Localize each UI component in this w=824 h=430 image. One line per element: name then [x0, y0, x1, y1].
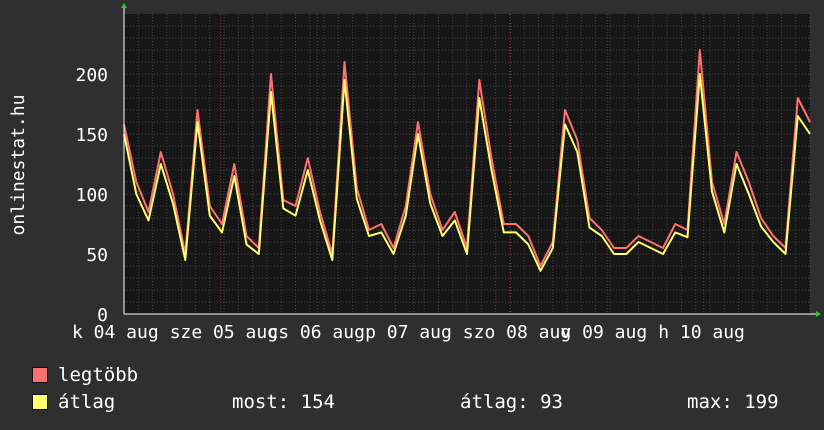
stat-now: most: 154	[232, 391, 335, 413]
legend-swatch-max	[32, 367, 48, 383]
x-tick-label: szo 08 aug	[463, 322, 571, 343]
x-tick-label: sze 05 aug	[170, 322, 278, 343]
legend-item-max: legtöbb	[32, 362, 812, 389]
x-tick-label: k 04 aug	[72, 322, 159, 343]
legend-swatch-avg	[32, 394, 48, 410]
legend: legtöbb átlag most: 154 átlag: 93 max: 1…	[32, 362, 812, 416]
x-tick-label: cs 06 aug	[267, 322, 365, 343]
x-tick-label: v 09 aug	[561, 322, 648, 343]
y-tick-label: 50	[86, 245, 108, 266]
y-tick-label: 150	[75, 125, 108, 146]
y-tick-label: 100	[75, 185, 108, 206]
y-tick-label: 200	[75, 65, 108, 86]
x-tick-label: h 10 aug	[658, 322, 745, 343]
legend-item-avg: átlag most: 154 átlag: 93 max: 199	[32, 389, 812, 416]
legend-label-max: legtöbb	[58, 364, 139, 386]
stat-average: átlag: 93	[460, 391, 563, 413]
stat-max: max: 199	[687, 391, 779, 413]
y-axis-label: onlinestat.hu	[8, 95, 29, 236]
y-axis-arrow-icon	[121, 3, 127, 8]
chart: 050100150200k 04 aug sze 05 augcs 06 aug p…	[8, 3, 821, 343]
legend-label-avg: átlag	[58, 391, 116, 413]
x-tick-label: p 07 aug	[365, 322, 452, 343]
x-axis-arrow-icon	[816, 311, 821, 317]
